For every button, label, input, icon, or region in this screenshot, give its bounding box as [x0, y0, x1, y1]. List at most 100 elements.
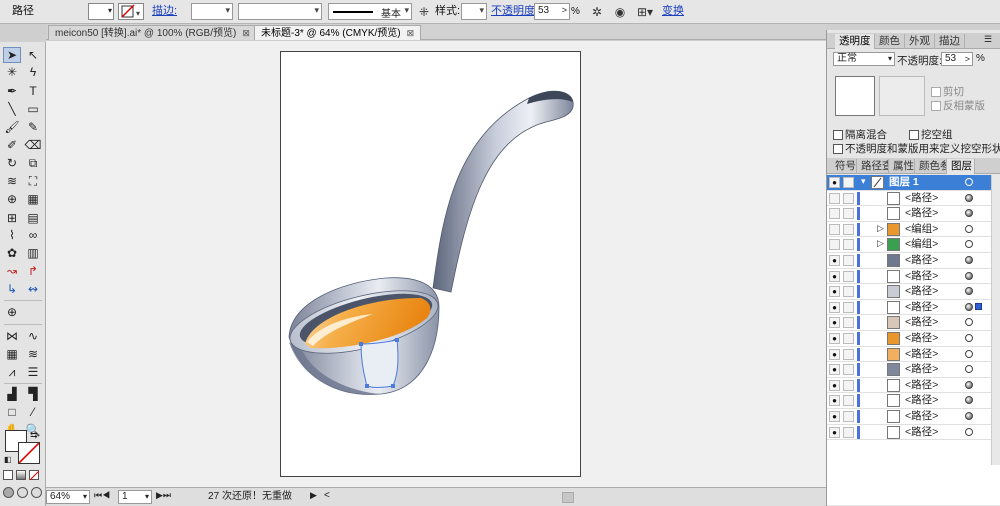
pen-tool-icon[interactable]: ✒ — [3, 83, 21, 99]
lock-toggle[interactable] — [843, 317, 854, 329]
align-icon[interactable]: ⊞▾ — [634, 3, 656, 20]
horizontal-scroll-thumb[interactable] — [562, 492, 574, 503]
graph-tool-icon[interactable]: ▟ — [3, 386, 21, 402]
layer-item-row[interactable]: ● <路径> — [827, 378, 1000, 394]
magic-wand-tool-icon[interactable]: ✳ — [3, 64, 21, 80]
color-icon[interactable] — [3, 470, 13, 480]
symbol-sprayer-tool-icon[interactable]: ✿ — [3, 245, 21, 261]
eye-icon[interactable]: ● — [829, 348, 840, 360]
eye-icon[interactable]: ● — [829, 379, 840, 391]
direct-selection-tool-icon[interactable]: ↖ — [24, 47, 42, 63]
eye-icon[interactable] — [829, 239, 840, 251]
layer-item-row[interactable]: ● <路径> — [827, 409, 1000, 425]
item-name[interactable]: <编组> — [905, 223, 938, 236]
type-tool-icon[interactable]: T — [24, 83, 42, 99]
fill-swatch[interactable]: ▾ — [88, 3, 114, 20]
chart-tool-icon[interactable]: ▜ — [24, 386, 42, 402]
selection-tool-icon[interactable]: ➤ — [3, 47, 21, 63]
layer-item-row[interactable]: ● <路径> — [827, 347, 1000, 363]
eye-icon[interactable]: ● — [829, 364, 840, 376]
graphic-style-dropdown[interactable]: ▾ — [461, 3, 487, 20]
lock-toggle[interactable] — [843, 223, 854, 235]
tab-transparency[interactable]: 透明度 — [835, 34, 875, 49]
target-icon[interactable] — [965, 178, 973, 186]
eye-icon[interactable]: ● — [829, 317, 840, 329]
default-colors-icon[interactable]: ◧ — [4, 455, 12, 464]
status-menu-icon[interactable]: ▶ — [310, 490, 317, 501]
item-name[interactable]: <路径> — [905, 254, 938, 267]
opacity-mask-knockout-checkbox[interactable]: 不透明度和蒙版用来定义挖空形状 — [833, 141, 1000, 156]
slice-tool-icon[interactable]: □ — [3, 404, 21, 420]
layer-name[interactable]: 图层 1 — [889, 176, 919, 189]
pencil-tool-icon[interactable]: ✎ — [24, 119, 42, 135]
rotate-tool-icon[interactable]: ↻ — [3, 155, 21, 171]
lock-toggle[interactable] — [843, 270, 854, 282]
expand-arrow-icon[interactable]: ▾ — [861, 176, 866, 187]
lock-toggle[interactable] — [843, 364, 854, 376]
layer-item-row[interactable]: <路径> — [827, 191, 1000, 207]
scroll-left-icon[interactable]: < — [324, 490, 330, 501]
blend-tool-icon[interactable]: ∞ — [24, 227, 42, 243]
lock-toggle[interactable] — [843, 208, 854, 220]
knife-tool-icon[interactable]: ⁄ — [24, 404, 42, 420]
layer-item-row[interactable]: ▷ <编组> — [827, 237, 1000, 253]
eye-icon[interactable]: ● — [829, 177, 840, 188]
column-graph-tool-icon[interactable]: ▥ — [24, 245, 42, 261]
lock-toggle[interactable] — [843, 177, 854, 188]
item-name[interactable]: <路径> — [905, 192, 938, 205]
target-icon[interactable] — [965, 271, 973, 280]
isolate-blending-checkbox[interactable]: 隔离混合 — [833, 127, 887, 142]
rectangle-tool-icon[interactable]: ▭ — [24, 101, 42, 117]
opacity-field[interactable]: 53 > — [941, 52, 973, 66]
ladle-artwork[interactable] — [281, 52, 582, 478]
wave-tool-icon[interactable]: ∿ — [24, 328, 42, 344]
blob-brush-tool-icon[interactable]: ✐ — [3, 137, 21, 153]
item-name[interactable]: <路径> — [905, 363, 938, 376]
item-name[interactable]: <路径> — [905, 207, 938, 220]
gradient-tool-icon[interactable]: ▤ — [24, 210, 42, 226]
target-icon[interactable] — [965, 318, 973, 327]
target-icon[interactable] — [965, 240, 973, 249]
invert-mask-option[interactable]: 反相蒙版 — [931, 98, 985, 113]
stroke-swatch[interactable]: ▾ — [118, 3, 144, 20]
lock-toggle[interactable] — [843, 301, 854, 313]
lock-toggle[interactable] — [843, 192, 854, 204]
target-icon[interactable] — [965, 380, 973, 389]
tab-stroke[interactable]: 描边 — [935, 34, 965, 49]
layer-item-row[interactable]: ▷ <编组> — [827, 222, 1000, 238]
lock-toggle[interactable] — [843, 426, 854, 438]
item-name[interactable]: <路径> — [905, 285, 938, 298]
lock-toggle[interactable] — [843, 411, 854, 422]
eye-icon[interactable] — [829, 208, 840, 220]
panel-menu-icon[interactable]: ☰ — [984, 34, 992, 45]
target-icon[interactable] — [965, 396, 973, 405]
free-transform-tool-icon[interactable]: ⛶ — [24, 173, 42, 189]
line-tool-icon[interactable]: ╲ — [3, 101, 21, 117]
target-icon[interactable] — [965, 193, 973, 202]
eye-icon[interactable]: ● — [829, 411, 840, 422]
item-name[interactable]: <路径> — [905, 394, 938, 407]
tab-appearance[interactable]: 外观 — [905, 34, 935, 49]
lock-toggle[interactable] — [843, 286, 854, 298]
stroke-swatch[interactable] — [18, 442, 40, 464]
item-name[interactable]: <路径> — [905, 426, 938, 439]
item-name[interactable]: <路径> — [905, 301, 938, 314]
stroke-options-icon[interactable]: ⁜ — [416, 3, 432, 20]
lock-toggle[interactable] — [843, 379, 854, 391]
stroke-link[interactable]: 描边: — [152, 3, 177, 20]
perspective-grid-tool-icon[interactable]: ▦ — [24, 191, 42, 207]
warp-tool-icon[interactable]: ≋ — [3, 173, 21, 189]
transform-link[interactable]: 变换 — [662, 3, 684, 20]
first-artboard-icon[interactable]: ⏮◀ — [94, 490, 110, 501]
eye-icon[interactable]: ● — [829, 286, 840, 298]
clip-option[interactable]: 剪切 — [931, 84, 964, 99]
layer-item-row[interactable]: ● <路径> — [827, 300, 1000, 316]
eye-icon[interactable]: ● — [829, 301, 840, 313]
layer-item-row[interactable]: ● <路径> — [827, 269, 1000, 285]
globe-icon[interactable]: ◉ — [612, 3, 628, 20]
paintbrush-tool-icon[interactable]: 🖌 — [3, 119, 21, 135]
target-icon[interactable] — [965, 209, 973, 218]
target-icon[interactable] — [965, 334, 973, 342]
layer-item-row[interactable]: ● <路径> — [827, 331, 1000, 347]
lock-toggle[interactable] — [843, 395, 854, 407]
